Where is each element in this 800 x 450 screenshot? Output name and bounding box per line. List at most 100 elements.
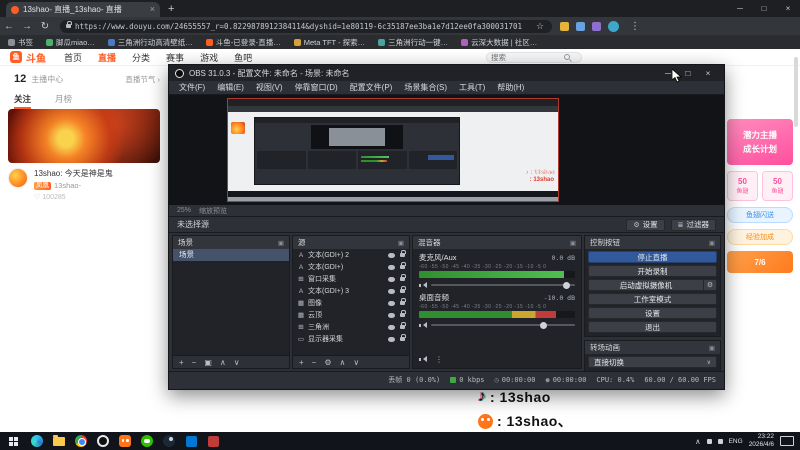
browser-menu-icon[interactable]: ⋮ (626, 21, 644, 32)
popout-icon[interactable]: ▣ (398, 239, 404, 247)
transitions-panel-header[interactable]: 转场动画 ▣ (585, 341, 720, 354)
scene-item-selected[interactable]: 场景 (173, 249, 289, 261)
search-icon[interactable] (564, 54, 570, 60)
add-source-icon[interactable]: + (299, 356, 304, 369)
source-settings-button[interactable]: ⚙ 设置 (626, 218, 665, 231)
popout-icon[interactable]: ▣ (709, 239, 715, 247)
volume-slider-knob[interactable] (563, 281, 571, 289)
taskbar-wechat[interactable] (136, 432, 158, 450)
move-scene-up-icon[interactable]: ∧ (220, 356, 226, 369)
exit-button[interactable]: 退出 (588, 321, 717, 333)
popout-icon[interactable]: ▣ (709, 344, 715, 352)
obs-preview-canvas[interactable]: ♪ : 13shao : 13shao (169, 95, 724, 205)
promo-progress-card[interactable]: 7/6 (727, 251, 793, 273)
start-virtual-camera-button[interactable]: 启动虚拟摄像机 ⚙ (588, 279, 717, 291)
start-recording-button[interactable]: 开始录制 (588, 265, 717, 277)
taskbar-chrome[interactable] (70, 432, 92, 450)
visibility-eye-icon[interactable] (388, 264, 395, 270)
mixer-panel-header[interactable]: 混音器 ▣ (413, 236, 581, 249)
search-input[interactable] (491, 52, 561, 62)
douyu-logo-text[interactable]: 斗鱼 (26, 50, 46, 65)
page-scrollbar[interactable] (794, 57, 798, 127)
promo-chip-orange[interactable]: 经验加成 (727, 229, 793, 245)
stream-card[interactable]: 13shao: 今天是神是鬼 凤凰 13shao- ♡ 100285 (8, 109, 160, 201)
popout-icon[interactable]: ▣ (570, 239, 576, 247)
bookmark-item[interactable]: 斗鱼-已登录-直播… (205, 37, 281, 48)
nav-games[interactable]: 游戏 (200, 51, 218, 64)
visibility-eye-icon[interactable] (388, 252, 395, 258)
volume-icon[interactable] (717, 438, 723, 444)
menu-view[interactable]: 视图(V) (250, 82, 289, 93)
visibility-eye-icon[interactable] (388, 300, 395, 306)
bookmark-item[interactable]: Meta TFT - 探索… (293, 37, 365, 48)
volume-slider[interactable] (431, 321, 575, 329)
lock-icon[interactable] (400, 250, 406, 257)
streamer-avatar[interactable] (8, 168, 28, 188)
move-source-up-icon[interactable]: ∧ (340, 356, 346, 369)
lock-icon[interactable] (400, 298, 406, 305)
visibility-eye-icon[interactable] (388, 336, 395, 342)
obs-window[interactable]: OBS 31.0.3 - 配置文件: 未命名 - 场景: 未命名 ─ □ × 文… (168, 64, 725, 390)
bookmark-star-icon[interactable]: ☆ (534, 21, 546, 32)
reward-chip[interactable]: 50 鱼翅 (727, 171, 758, 201)
nav-live[interactable]: 直播 (98, 51, 116, 64)
extension-icon[interactable] (576, 21, 585, 31)
browser-maximize-icon[interactable]: □ (752, 0, 776, 17)
forward-icon[interactable]: → (18, 21, 36, 32)
promo-chip-blue[interactable]: 鱼翅闪送 (727, 207, 793, 223)
visibility-eye-icon[interactable] (388, 276, 395, 282)
mixer-audio-icon[interactable] (419, 356, 427, 363)
volume-slider[interactable] (431, 281, 575, 289)
taskbar-file-explorer[interactable] (48, 432, 70, 450)
douyu-logo-icon[interactable]: 鱼 (10, 51, 22, 63)
transition-select[interactable]: 直接切换 ∨ (588, 356, 717, 368)
streamer-name[interactable]: 13shao- (54, 181, 81, 190)
controls-panel-header[interactable]: 控制按钮 ▣ (585, 236, 720, 249)
tray-expand-icon[interactable]: ∧ (695, 437, 701, 446)
tab-monthly[interactable]: 月榜 (55, 93, 72, 109)
menu-docks[interactable]: 停靠窗口(D) (289, 82, 344, 93)
remove-source-icon[interactable]: − (312, 356, 317, 369)
source-properties-icon[interactable]: ⚙ (324, 356, 331, 369)
source-row[interactable]: ▭ 显示器采集 (293, 333, 409, 345)
scenes-panel-header[interactable]: 场景 ▣ (173, 236, 289, 249)
site-search[interactable] (486, 51, 582, 63)
lock-icon[interactable] (400, 262, 406, 269)
taskbar-game[interactable] (202, 432, 224, 450)
speaker-icon[interactable] (419, 321, 427, 329)
obs-titlebar[interactable]: OBS 31.0.3 - 配置文件: 未命名 - 场景: 未命名 ─ □ × (169, 65, 724, 81)
nav-yuba[interactable]: 鱼吧 (234, 51, 252, 64)
source-row[interactable]: ▦ 图像 (293, 297, 409, 309)
obs-close-icon[interactable]: × (698, 65, 718, 81)
refresh-icon[interactable]: ↻ (36, 21, 54, 32)
nav-categories[interactable]: 分类 (132, 51, 150, 64)
input-language-indicator[interactable]: ENG (729, 438, 743, 445)
bookmark-item[interactable]: 书签 (8, 37, 33, 48)
growth-plan-banner[interactable]: 潜力主播 成长计划 (727, 119, 793, 165)
source-row[interactable]: ⊞ 窗口采集 (293, 273, 409, 285)
menu-tools[interactable]: 工具(T) (453, 82, 491, 93)
url-field[interactable]: https://www.douyu.com/24655557_r=0.82298… (60, 19, 552, 33)
settings-button[interactable]: 设置 (588, 307, 717, 319)
speaker-icon[interactable] (419, 281, 427, 289)
nav-home[interactable]: 首页 (64, 51, 82, 64)
lock-icon[interactable] (400, 274, 406, 281)
bookmark-item[interactable]: 云深大数据 | 社区… (461, 37, 537, 48)
tab-follow[interactable]: 关注 (14, 93, 32, 109)
bookmark-item[interactable]: 三角洲行动高清壁纸… (107, 37, 193, 48)
lock-icon[interactable] (400, 310, 406, 317)
menu-file[interactable]: 文件(F) (173, 82, 211, 93)
taskbar-clock[interactable]: 23:22 2026/4/6 (749, 433, 774, 449)
network-icon[interactable] (706, 438, 712, 444)
browser-minimize-icon[interactable]: ─ (728, 0, 752, 17)
source-row[interactable]: A 文本(GDI+) 2 (293, 249, 409, 261)
source-row[interactable]: A 文本(GDI+) 3 (293, 285, 409, 297)
visibility-eye-icon[interactable] (388, 288, 395, 294)
stream-thumbnail[interactable] (8, 109, 160, 163)
extension-icon[interactable] (560, 21, 569, 31)
volume-slider-knob[interactable] (540, 321, 548, 329)
move-scene-down-icon[interactable]: ∨ (234, 356, 240, 369)
add-scene-icon[interactable]: + (179, 356, 184, 369)
source-filters-button[interactable]: ≣ 过滤器 (670, 218, 716, 231)
profile-avatar[interactable] (608, 20, 619, 32)
